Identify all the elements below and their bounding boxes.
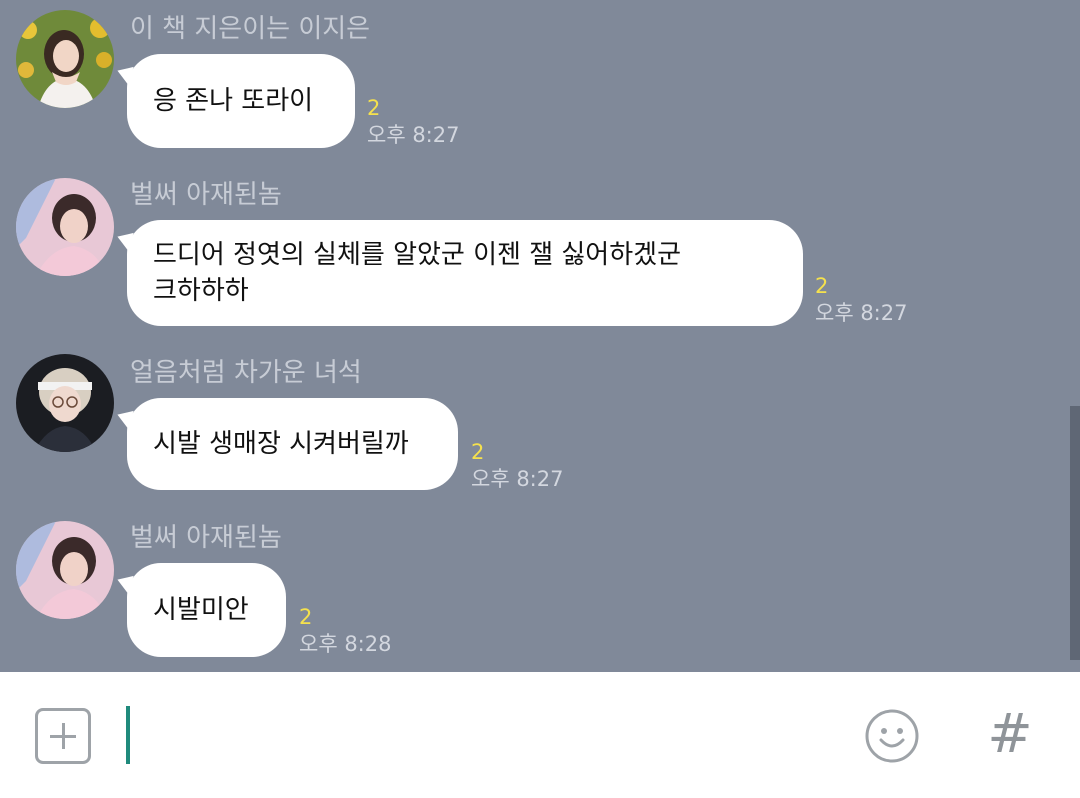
scrollbar[interactable] — [1070, 406, 1080, 660]
avatar[interactable] — [16, 354, 114, 452]
hashtag-icon[interactable]: # — [984, 704, 1036, 764]
unread-count: 2 — [299, 605, 313, 629]
message-input-bar: # — [0, 672, 1080, 798]
smiley-icon[interactable] — [864, 708, 920, 764]
message-bubble[interactable]: 드디어 정엿의 실체를 알았군 이젠 잴 싫어하겠군 크하하하 — [127, 220, 803, 326]
message-row: 벌써 아재된놈 시발미안 2 오후 8:28 — [0, 515, 1000, 672]
unread-count: 2 — [367, 96, 381, 120]
boy-pink-background-avatar-icon — [16, 178, 114, 276]
sender-name: 벌써 아재된놈 — [130, 523, 282, 553]
message-time: 오후 8:27 — [471, 467, 564, 491]
message-row: 얼음처럼 차가운 녀석 시발 생매장 시켜버릴까 2 오후 8:27 — [0, 350, 1000, 510]
avatar[interactable] — [16, 521, 114, 619]
boy-pink-background-avatar-icon — [16, 521, 114, 619]
boy-with-glasses-avatar-icon — [16, 354, 114, 452]
message-input[interactable] — [134, 702, 838, 770]
girl-with-flowers-avatar-icon — [16, 10, 114, 108]
chat-area[interactable]: 이 책 지은이는 이지은 응 존나 또라이 2 오후 8:27 벌써 아재된놈 … — [0, 0, 1080, 672]
message-bubble[interactable]: 시발미안 — [127, 563, 286, 657]
message-row: 벌써 아재된놈 드디어 정엿의 실체를 알았군 이젠 잴 싫어하겠군 크하하하 … — [0, 170, 1000, 340]
unread-count: 2 — [815, 274, 829, 298]
sender-name: 이 책 지은이는 이지은 — [130, 14, 371, 44]
message-time: 오후 8:28 — [299, 632, 392, 656]
message-row: 이 책 지은이는 이지은 응 존나 또라이 2 오후 8:27 — [0, 0, 1000, 160]
plus-square-icon[interactable] — [35, 708, 91, 764]
message-time: 오후 8:27 — [367, 123, 460, 147]
message-bubble[interactable]: 시발 생매장 시켜버릴까 — [127, 398, 458, 490]
message-bubble[interactable]: 응 존나 또라이 — [127, 54, 355, 148]
message-time: 오후 8:27 — [815, 301, 908, 325]
sender-name: 벌써 아재된놈 — [130, 180, 282, 210]
avatar[interactable] — [16, 10, 114, 108]
avatar[interactable] — [16, 178, 114, 276]
text-cursor — [126, 706, 130, 764]
unread-count: 2 — [471, 440, 485, 464]
sender-name: 얼음처럼 차가운 녀석 — [130, 358, 362, 388]
